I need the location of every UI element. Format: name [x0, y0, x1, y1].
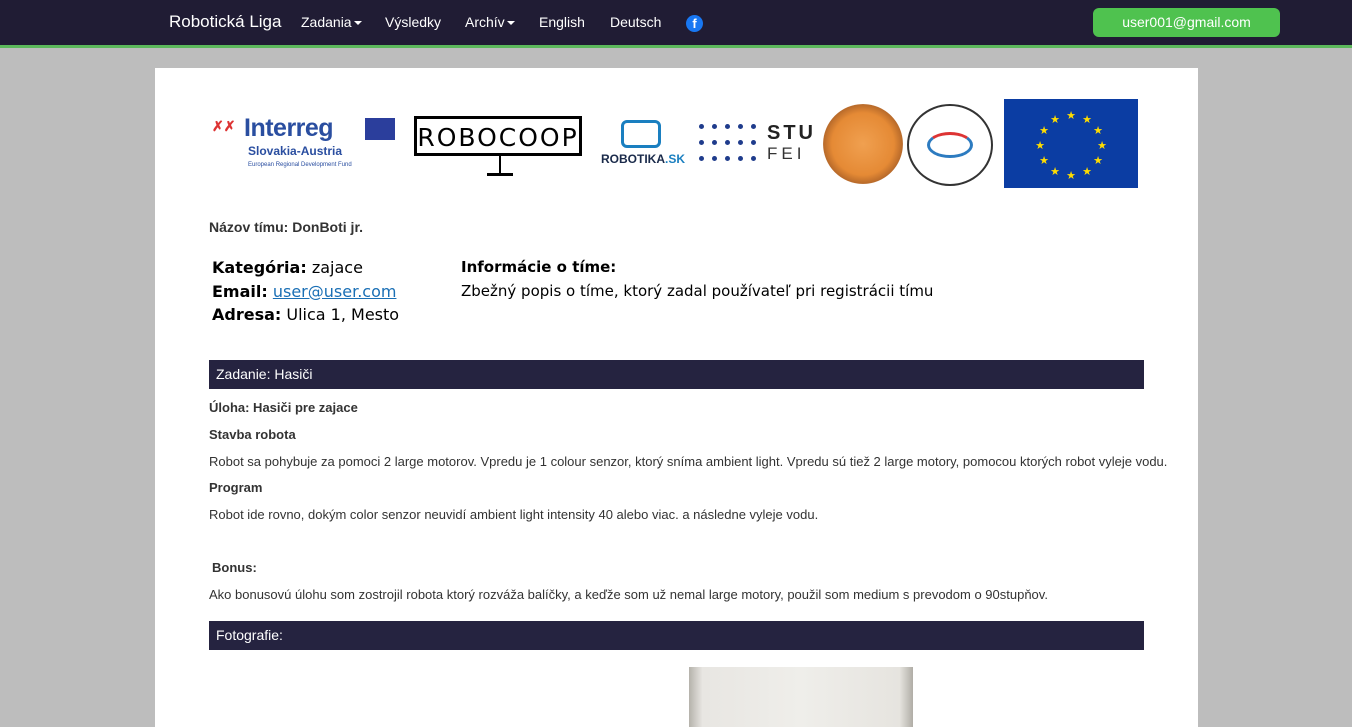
- program-text: Robot ide rovno, dokým color senzor neuv…: [209, 507, 819, 522]
- svg-text:★: ★: [1050, 166, 1060, 178]
- svg-text:★: ★: [1035, 140, 1045, 152]
- caret-down-icon: [353, 21, 362, 26]
- nav-zadania[interactable]: Zadania: [301, 14, 362, 30]
- nav-vysledky[interactable]: Výsledky: [385, 14, 441, 30]
- team-info-text: Zbežný popis o tíme, ktorý zadal používa…: [461, 281, 934, 300]
- build-text: Robot sa pohybuje za pomoci 2 large moto…: [209, 454, 1168, 469]
- robotika-logo: ROBOTIKA.SK: [601, 114, 691, 170]
- fei-text: FEI: [767, 144, 806, 163]
- category-label: Kategória:: [212, 258, 307, 277]
- robocoop-base: [487, 173, 513, 176]
- category-row: Kategória: zajace: [212, 256, 399, 280]
- top-navbar: Robotická Liga Zadania Výsledky Archív E…: [0, 0, 1352, 48]
- category-value: zajace: [311, 258, 363, 277]
- email-label: Email:: [212, 281, 268, 301]
- address-label: Adresa:: [212, 305, 282, 324]
- team-name-value: DonBoti jr.: [292, 219, 364, 235]
- svg-text:★: ★: [1097, 140, 1107, 152]
- eu-stars-icon: ★ ★ ★ ★ ★ ★ ★ ★ ★ ★ ★ ★: [1035, 110, 1107, 182]
- robocoop-logo: ROBOCOOP: [414, 116, 582, 176]
- team-detail-card: ✗✗ Interreg Slovakia-Austria European Re…: [155, 68, 1198, 727]
- svg-text:★: ★: [1093, 155, 1103, 167]
- interreg-logo-text: Interreg: [244, 114, 334, 142]
- interreg-logo: ✗✗ Interreg Slovakia-Austria European Re…: [210, 114, 398, 174]
- stu-dots-icon: [699, 124, 756, 164]
- task-title: Úloha: Hasiči pre zajace: [209, 400, 358, 415]
- bonus-text: Ako bonusovú úlohu som zostrojil robota …: [209, 587, 1048, 602]
- nav-zadania-label: Zadania: [301, 14, 352, 30]
- eu-flag-logo: ★ ★ ★ ★ ★ ★ ★ ★ ★ ★ ★ ★: [1004, 99, 1138, 188]
- build-heading: Stavba robota: [209, 427, 296, 442]
- team-info: Informácie o tíme: Zbežný popis o tíme, …: [461, 256, 933, 303]
- robotika-suffix: .SK: [665, 152, 686, 166]
- team-name: Názov tímu: DonBoti jr.: [209, 219, 363, 235]
- svg-text:★: ★: [1093, 125, 1103, 137]
- user-account-button[interactable]: user001@gmail.com: [1093, 8, 1280, 37]
- comenius-university-seal: [823, 104, 903, 184]
- svg-text:★: ★: [1066, 170, 1076, 182]
- interreg-figures-icon: ✗✗: [212, 118, 236, 134]
- cvti-seal: [907, 104, 993, 186]
- robotika-logo-text: ROBOTIKA.SK: [601, 152, 685, 166]
- cvti-book-icon: [927, 132, 973, 158]
- stu-text: STU: [767, 122, 816, 144]
- email-link[interactable]: user@user.com: [273, 282, 397, 301]
- svg-text:★: ★: [1082, 114, 1092, 126]
- facebook-icon[interactable]: f: [686, 15, 703, 32]
- team-contact: Kategória: zajace Email: user@user.com A…: [212, 256, 399, 327]
- stu-fei-logo: STU FEI: [699, 120, 819, 166]
- interreg-subtitle: Slovakia-Austria: [248, 144, 343, 158]
- svg-text:★: ★: [1050, 114, 1060, 126]
- robocoop-logo-text: ROBOCOOP: [417, 123, 579, 152]
- nav-deutsch[interactable]: Deutsch: [610, 14, 661, 30]
- robot-head-icon: [621, 120, 661, 148]
- email-row: Email: user@user.com: [212, 280, 399, 304]
- svg-text:★: ★: [1039, 125, 1049, 137]
- team-name-label: Názov tímu:: [209, 219, 289, 235]
- team-photo[interactable]: [689, 667, 913, 727]
- nav-english[interactable]: English: [539, 14, 585, 30]
- eu-flag-mini-icon: [365, 118, 395, 140]
- svg-text:★: ★: [1039, 155, 1049, 167]
- team-info-label: Informácie o tíme:: [461, 258, 617, 276]
- photos-header: Fotografie:: [209, 621, 1144, 650]
- svg-text:★: ★: [1066, 110, 1076, 122]
- bonus-heading: Bonus:: [212, 560, 257, 575]
- nav-archiv-label: Archív: [465, 14, 505, 30]
- assignment-header: Zadanie: Hasiči: [209, 360, 1144, 389]
- address-value: Ulica 1, Mesto: [286, 305, 400, 324]
- robocoop-stem: [499, 156, 501, 174]
- program-heading: Program: [209, 480, 263, 495]
- robotika-prefix: ROBOTIKA: [601, 152, 665, 166]
- address-row: Adresa: Ulica 1, Mesto: [212, 303, 399, 327]
- svg-text:★: ★: [1082, 166, 1092, 178]
- brand-link[interactable]: Robotická Liga: [169, 12, 281, 32]
- nav-archiv[interactable]: Archív: [465, 14, 515, 30]
- caret-down-icon: [506, 21, 515, 26]
- interreg-fund: European Regional Development Fund: [248, 162, 352, 168]
